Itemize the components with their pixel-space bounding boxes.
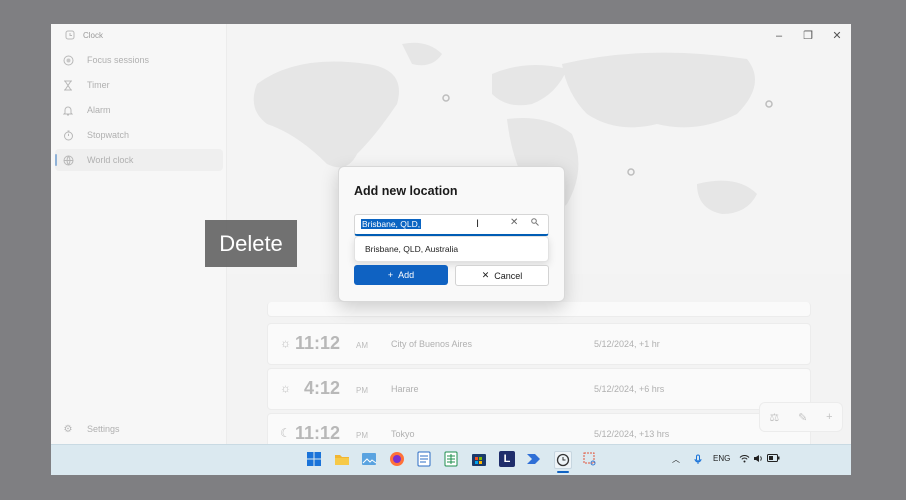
settings-label: Settings	[87, 424, 120, 434]
clock-time: 4:12	[303, 378, 340, 398]
cancel-button-label: Cancel	[494, 270, 523, 281]
globe-icon	[61, 153, 75, 167]
list-item-partial	[267, 302, 811, 317]
list-item[interactable]: ☼ 4:12 PM Harare 5/12/2024, +6 hrs	[267, 368, 811, 410]
add-location-dialog: Add new location Brisbane, QLD, I ✕ Bris…	[338, 166, 565, 302]
close-button[interactable]: ✕	[827, 28, 847, 44]
location-search-input[interactable]: Brisbane, QLD, I ✕	[354, 214, 549, 236]
sun-icon: ☼	[280, 336, 291, 350]
gear-icon: ⚙	[63, 423, 73, 435]
sidebar-item-label: Alarm	[87, 105, 111, 115]
sidebar-item-label: Stopwatch	[87, 130, 130, 140]
clock-city: Harare	[391, 384, 419, 394]
word-document-icon[interactable]	[416, 451, 432, 467]
clock-actions: ⚖ ✎ +	[759, 402, 843, 432]
edit-icon[interactable]: ✎	[798, 411, 807, 424]
clock-ampm: PM	[356, 431, 368, 440]
start-icon[interactable]	[306, 451, 322, 467]
sidebar: Clock Focus sessions Timer Alarm Stopwat…	[51, 24, 227, 444]
cancel-button[interactable]: ✕ Cancel	[455, 265, 549, 286]
power-automate-icon[interactable]	[526, 451, 542, 467]
clock-city: City of Buenos Aires	[391, 339, 473, 349]
minimize-button[interactable]: –	[769, 28, 789, 44]
suggestion-item[interactable]: Brisbane, QLD, Australia	[365, 244, 458, 254]
file-explorer-icon[interactable]	[334, 451, 350, 467]
firefox-icon[interactable]	[389, 451, 405, 467]
list-item[interactable]: ☼ 11:12 AM City of Buenos Aires 5/12/202…	[267, 323, 811, 365]
sun-icon: ☼	[280, 381, 291, 395]
search-icon[interactable]	[531, 218, 539, 228]
clear-icon[interactable]: ✕	[510, 217, 518, 228]
snipping-tool-icon[interactable]	[582, 451, 598, 467]
app-title: Clock	[65, 30, 103, 40]
l-app-icon[interactable]: L	[499, 451, 515, 467]
text-cursor-icon: I	[476, 218, 480, 230]
sidebar-item-label: World clock	[87, 155, 134, 165]
battery-icon[interactable]	[767, 454, 780, 464]
photos-icon[interactable]	[361, 451, 377, 467]
focus-icon	[61, 53, 75, 67]
language-indicator[interactable]: ENG	[713, 454, 730, 463]
active-app-indicator	[557, 471, 569, 473]
microphone-icon[interactable]	[694, 454, 702, 467]
stopwatch-icon	[61, 128, 75, 142]
clock-date: 5/12/2024, +6 hrs	[594, 384, 665, 394]
clock-app-icon	[65, 30, 75, 40]
taskbar: L ︿ ENG	[51, 444, 851, 475]
clock-time: 11:12	[294, 333, 340, 353]
clock-ampm: PM	[356, 386, 368, 395]
clock-ampm: AM	[356, 341, 368, 350]
add-button-label: Add	[398, 270, 415, 280]
sidebar-item-world-clock[interactable]: World clock	[55, 149, 223, 171]
store-icon[interactable]	[471, 451, 487, 467]
hourglass-icon	[61, 78, 75, 92]
add-button[interactable]: + Add	[354, 265, 448, 285]
search-input-value: Brisbane, QLD,	[361, 219, 422, 229]
plus-icon: +	[387, 270, 394, 280]
sidebar-item-stopwatch[interactable]: Stopwatch	[55, 124, 223, 146]
suggestion-list: Brisbane, QLD, Australia	[354, 236, 549, 262]
restore-button[interactable]: ❐	[798, 28, 818, 44]
clock-date: 5/12/2024, +1 hr	[594, 339, 660, 349]
sidebar-item-focus-sessions[interactable]: Focus sessions	[55, 49, 223, 71]
dialog-title: Add new location	[354, 184, 458, 198]
app-title-text: Clock	[83, 30, 104, 40]
clock-taskbar-icon[interactable]	[554, 451, 572, 469]
add-icon[interactable]: +	[826, 411, 832, 423]
wifi-icon[interactable]	[739, 454, 750, 465]
sidebar-item-label: Focus sessions	[87, 55, 150, 65]
compare-icon[interactable]: ⚖	[769, 411, 779, 424]
delete-overlay-text: Delete	[219, 230, 283, 256]
list-item[interactable]: ☾ 11:12 PM Tokyo 5/12/2024, +13 hrs	[267, 413, 811, 444]
chevron-up-icon[interactable]: ︿	[672, 454, 680, 465]
clock-city: Tokyo	[391, 429, 415, 439]
clock-list: ☼ 11:12 AM City of Buenos Aires 5/12/202…	[267, 302, 811, 444]
moon-icon: ☾	[280, 426, 291, 440]
clock-date: 5/12/2024, +13 hrs	[594, 429, 670, 439]
spreadsheet-icon[interactable]	[443, 451, 459, 467]
delete-key-overlay: Delete	[205, 220, 297, 267]
clock-window: Clock Focus sessions Timer Alarm Stopwat…	[51, 24, 851, 444]
clock-time: 11:12	[294, 423, 340, 443]
sidebar-item-timer[interactable]: Timer	[55, 74, 223, 96]
sidebar-item-alarm[interactable]: Alarm	[55, 99, 223, 121]
close-icon: ✕	[481, 270, 490, 280]
volume-icon[interactable]	[753, 454, 763, 465]
bell-icon	[61, 103, 75, 117]
sidebar-item-label: Timer	[87, 80, 110, 90]
settings-button[interactable]: ⚙ Settings	[55, 418, 223, 440]
